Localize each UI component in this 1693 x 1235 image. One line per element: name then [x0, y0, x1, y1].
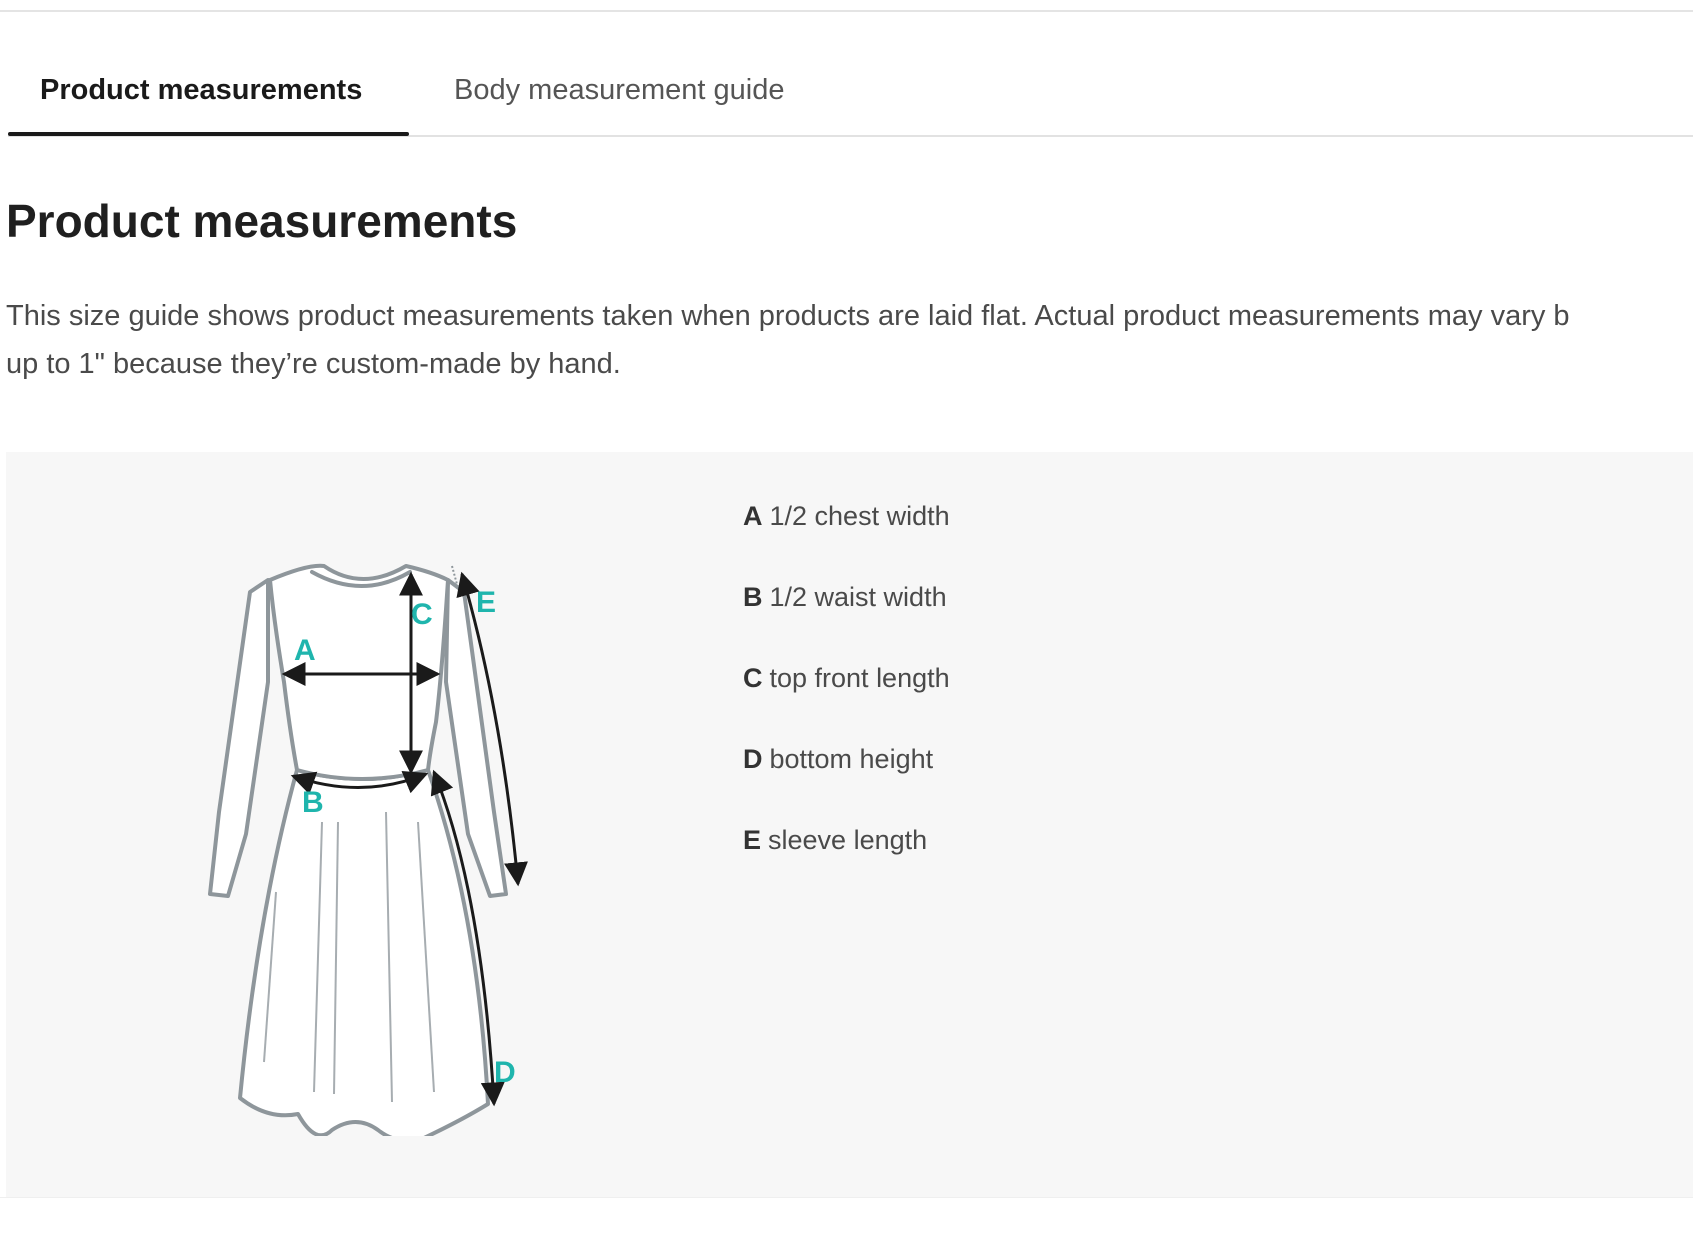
- size-guide-description-line-1: This size guide shows product measuremen…: [6, 300, 1570, 332]
- legend-letter-d: D: [743, 744, 763, 774]
- marker-e: E: [476, 586, 496, 619]
- measurement-tabs: Product measurements Body measurement gu…: [0, 46, 1693, 138]
- legend-item-b: B 1/2 waist width: [743, 577, 950, 617]
- tab-body-measurement-guide[interactable]: Body measurement guide: [420, 46, 850, 136]
- legend-text-b: 1/2 waist width: [769, 582, 947, 612]
- dress-outline: [208, 563, 508, 1136]
- marker-b: B: [302, 786, 324, 819]
- legend-item-e: Esleeve length: [743, 820, 950, 860]
- legend-text-e: sleeve length: [768, 825, 928, 855]
- legend-letter-e: E: [743, 825, 762, 855]
- legend-text-c: top front length: [769, 663, 950, 693]
- marker-c: C: [411, 598, 433, 631]
- legend-text-d: bottom height: [769, 744, 934, 774]
- tab-product-measurements[interactable]: Product measurements: [8, 46, 409, 136]
- measurement-legend: A 1/2 chest width B 1/2 waist width Ctop f…: [743, 496, 950, 901]
- legend-item-d: Dbottom height: [743, 739, 950, 779]
- size-guide-description-line-2: up to 1" because they’re custom-made by …: [6, 348, 621, 380]
- dress-diagram-icon: A B C D E: [208, 563, 528, 1136]
- active-tab-indicator: [8, 132, 409, 136]
- tab-body-measurement-guide-label: Body measurement guide: [454, 74, 785, 106]
- measurement-figure-panel: A B C D E A 1/2 chest width B 1/2 waist wi…: [6, 452, 1693, 1197]
- legend-letter-c: C: [743, 663, 763, 693]
- legend-item-c: Ctop front length: [743, 658, 950, 698]
- marker-a: A: [294, 634, 316, 667]
- left-sleeve: [208, 578, 270, 898]
- page-title: Product measurements: [6, 195, 518, 247]
- legend-item-a: A 1/2 chest width: [743, 496, 950, 536]
- header-divider: [0, 10, 1693, 12]
- legend-letter-a: A: [743, 501, 763, 531]
- marker-d: D: [494, 1056, 516, 1089]
- size-guide-description: This size guide shows product measuremen…: [6, 292, 1686, 388]
- panel-bottom-divider: [0, 1197, 1693, 1198]
- legend-letter-b: B: [743, 582, 763, 612]
- legend-text-a: 1/2 chest width: [769, 501, 950, 531]
- tab-product-measurements-label: Product measurements: [40, 74, 363, 106]
